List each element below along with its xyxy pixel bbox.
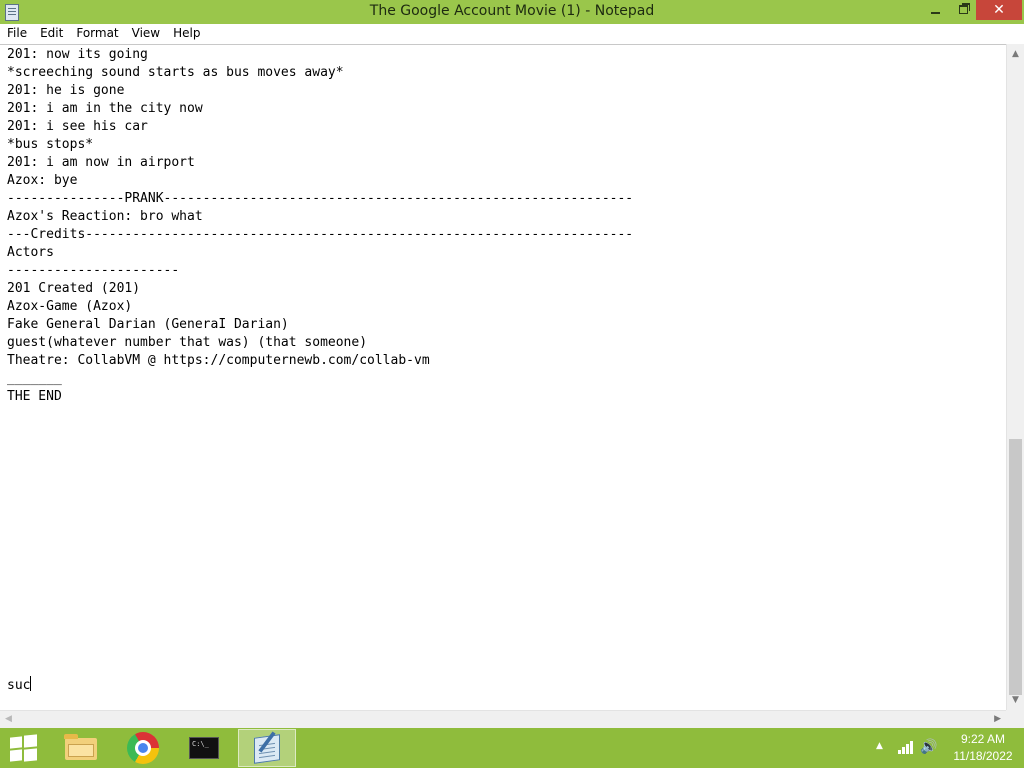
show-hidden-icons-icon[interactable]: ▲: [876, 741, 883, 781]
scroll-down-icon[interactable]: ▼: [1012, 695, 1019, 705]
text-line[interactable]: Azox's Reaction: bro what: [7, 208, 633, 226]
windows-logo-pane: [10, 749, 22, 762]
text-line[interactable]: Azox-Game (Azox): [7, 298, 633, 316]
text-line[interactable]: [7, 622, 633, 640]
clock-time: 9:22 AM: [960, 732, 1006, 746]
text-line[interactable]: 201: i see his car: [7, 118, 633, 136]
text-line[interactable]: *bus stops*: [7, 136, 633, 154]
scrollbar-thumb[interactable]: [1009, 439, 1022, 695]
windows-logo-icon: [10, 736, 22, 749]
text-line[interactable]: suc: [7, 676, 633, 694]
text-line[interactable]: [7, 478, 633, 496]
text-line[interactable]: [7, 532, 633, 550]
notepad-icon: [254, 734, 280, 764]
network-bar: [910, 741, 913, 754]
clock-date: 11/18/2022: [953, 749, 1013, 763]
text-line[interactable]: [7, 442, 633, 460]
text-line[interactable]: _______: [7, 370, 633, 388]
volume-icon[interactable]: 🔊: [920, 739, 937, 779]
taskbar-command-prompt[interactable]: C:\_: [176, 729, 234, 767]
menu-file[interactable]: File: [0, 24, 33, 44]
text-line[interactable]: [7, 550, 633, 568]
text-line[interactable]: THE END: [7, 388, 633, 406]
scrollbar-corner: [1006, 710, 1024, 728]
window-title: The Google Account Movie (1) - Notepad: [369, 3, 655, 19]
minimize-button[interactable]: [920, 0, 950, 20]
clock[interactable]: 9:22 AM 11/18/2022: [942, 731, 1024, 765]
network-bar: [906, 744, 909, 754]
text-caret: [30, 676, 32, 691]
text-line[interactable]: Fake General Darian (GeneraI Darian): [7, 316, 633, 334]
text-line[interactable]: [7, 496, 633, 514]
text-line[interactable]: [7, 586, 633, 604]
menu-edit[interactable]: Edit: [33, 24, 69, 44]
taskbar-chrome[interactable]: [114, 729, 172, 767]
scroll-right-icon[interactable]: ▶: [994, 714, 1001, 724]
menu-help[interactable]: Help: [166, 24, 206, 44]
taskbar: C:\_ ▲ 🔊 9:22 AM 11/18/2022: [0, 728, 1024, 768]
text-line[interactable]: ---------------PRANK--------------------…: [7, 190, 633, 208]
text-line[interactable]: [7, 604, 633, 622]
vertical-scrollbar[interactable]: ▲ ▼: [1006, 44, 1024, 710]
text-line[interactable]: [7, 640, 633, 658]
windows-logo-pane: [24, 734, 37, 748]
close-button[interactable]: ✕: [976, 0, 1022, 20]
menu-bar: File Edit Format View Help: [0, 24, 1024, 44]
network-bar: [898, 750, 901, 754]
restore-icon-front: [959, 5, 968, 14]
text-line[interactable]: [7, 424, 633, 442]
text-line[interactable]: [7, 514, 633, 532]
text-line[interactable]: Actors: [7, 244, 633, 262]
taskbar-file-explorer[interactable]: [52, 729, 110, 767]
text-line[interactable]: [7, 406, 633, 424]
network-icon[interactable]: [898, 740, 913, 754]
text-line[interactable]: 201: he is gone: [7, 82, 633, 100]
text-line[interactable]: ----------------------: [7, 262, 633, 280]
chrome-icon: [127, 732, 159, 764]
network-bar: [902, 747, 905, 754]
command-prompt-icon: C:\_: [189, 737, 219, 759]
text-line[interactable]: [7, 460, 633, 478]
text-line[interactable]: Azox: bye: [7, 172, 633, 190]
text-line[interactable]: 201: now its going: [7, 46, 633, 64]
title-bar[interactable]: The Google Account Movie (1) - Notepad ✕: [0, 0, 1024, 24]
folder-icon: [64, 734, 97, 760]
text-line[interactable]: 201 Created (201): [7, 280, 633, 298]
menu-format[interactable]: Format: [69, 24, 124, 44]
text-line[interactable]: *screeching sound starts as bus moves aw…: [7, 64, 633, 82]
minimize-icon: [930, 12, 940, 14]
text-line[interactable]: Theatre: CollabVM @ https://computernewb…: [7, 352, 633, 370]
scroll-left-icon[interactable]: ◀: [5, 714, 12, 724]
taskbar-notepad[interactable]: [238, 729, 296, 767]
text-line[interactable]: 201: i am now in airport: [7, 154, 633, 172]
scroll-up-icon[interactable]: ▲: [1012, 49, 1019, 59]
start-button[interactable]: [8, 734, 38, 762]
restore-button[interactable]: [950, 0, 976, 20]
text-line[interactable]: 201: i am in the city now: [7, 100, 633, 118]
horizontal-scrollbar[interactable]: ◀ ▶: [0, 710, 1006, 728]
text-line[interactable]: [7, 658, 633, 676]
text-line[interactable]: guest(whatever number that was) (that so…: [7, 334, 633, 352]
windows-logo-pane: [24, 748, 37, 762]
text-editor[interactable]: 201: now its going *screeching sound star…: [0, 44, 1006, 711]
text-line[interactable]: [7, 568, 633, 586]
text-line[interactable]: ---Credits------------------------------…: [7, 226, 633, 244]
menu-view[interactable]: View: [125, 24, 166, 44]
document-text[interactable]: 201: now its going *screeching sound star…: [7, 46, 633, 694]
